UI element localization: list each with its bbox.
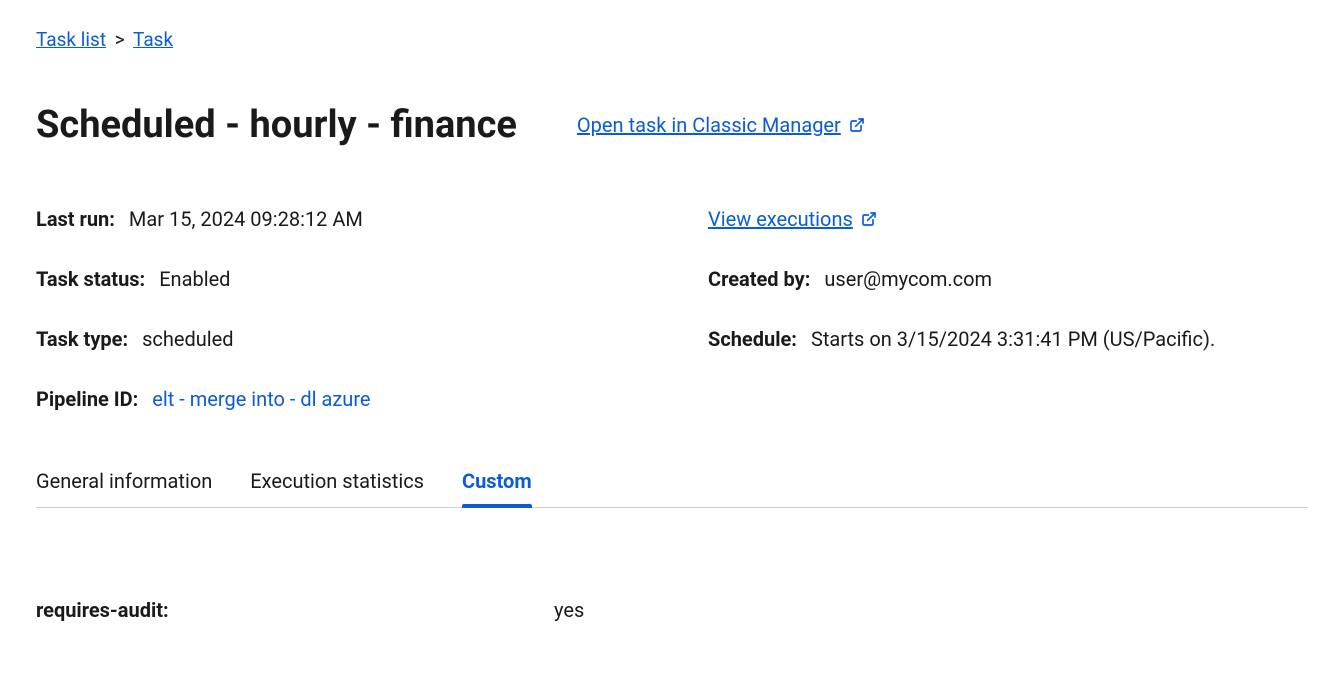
task-status-label: Task status: xyxy=(36,267,145,291)
info-task-type: Task type: scheduled xyxy=(36,327,708,351)
breadcrumb-task-link[interactable]: Task xyxy=(133,28,173,51)
view-executions-label: View executions xyxy=(708,207,853,231)
tabs: General information Execution statistics… xyxy=(36,461,1308,508)
pipeline-id-label: Pipeline ID: xyxy=(36,387,138,411)
title-row: Scheduled - hourly - finance Open task i… xyxy=(36,103,1308,147)
info-grid: Last run: Mar 15, 2024 09:28:12 AM View … xyxy=(36,207,1308,411)
tab-general-information[interactable]: General information xyxy=(36,461,212,507)
breadcrumb-task-list-link[interactable]: Task list xyxy=(36,28,106,51)
schedule-label: Schedule: xyxy=(708,327,797,351)
external-link-icon xyxy=(849,117,865,133)
task-type-label: Task type: xyxy=(36,327,128,351)
external-link-icon xyxy=(861,211,877,227)
created-by-value: user@mycom.com xyxy=(824,267,992,291)
last-run-label: Last run: xyxy=(36,207,115,231)
tab-custom[interactable]: Custom xyxy=(462,461,532,507)
last-run-value: Mar 15, 2024 09:28:12 AM xyxy=(129,207,363,231)
requires-audit-label: requires-audit: xyxy=(36,598,554,622)
info-pipeline-id: Pipeline ID: elt - merge into - dl azure xyxy=(36,387,708,411)
info-schedule: Schedule: Starts on 3/15/2024 3:31:41 PM… xyxy=(708,327,1308,351)
pipeline-id-link[interactable]: elt - merge into - dl azure xyxy=(152,387,370,411)
view-executions-link[interactable]: View executions xyxy=(708,207,877,231)
info-task-status: Task status: Enabled xyxy=(36,267,708,291)
schedule-value: Starts on 3/15/2024 3:31:41 PM (US/Pacif… xyxy=(811,327,1215,351)
info-last-run: Last run: Mar 15, 2024 09:28:12 AM xyxy=(36,207,708,231)
page-title: Scheduled - hourly - finance xyxy=(36,103,517,147)
open-classic-manager-link[interactable]: Open task in Classic Manager xyxy=(577,113,865,137)
info-view-executions: View executions xyxy=(708,207,1308,231)
info-created-by: Created by: user@mycom.com xyxy=(708,267,1308,291)
open-classic-manager-label: Open task in Classic Manager xyxy=(577,113,841,137)
task-type-value: scheduled xyxy=(142,327,233,351)
breadcrumb: Task list > Task xyxy=(36,28,1308,51)
breadcrumb-separator: > xyxy=(115,28,125,51)
custom-requires-audit-row: requires-audit: yes xyxy=(36,598,1308,622)
task-status-value: Enabled xyxy=(159,267,230,291)
info-empty-cell xyxy=(708,387,1308,411)
tab-execution-statistics[interactable]: Execution statistics xyxy=(250,461,424,507)
created-by-label: Created by: xyxy=(708,267,810,291)
requires-audit-value: yes xyxy=(554,598,584,622)
